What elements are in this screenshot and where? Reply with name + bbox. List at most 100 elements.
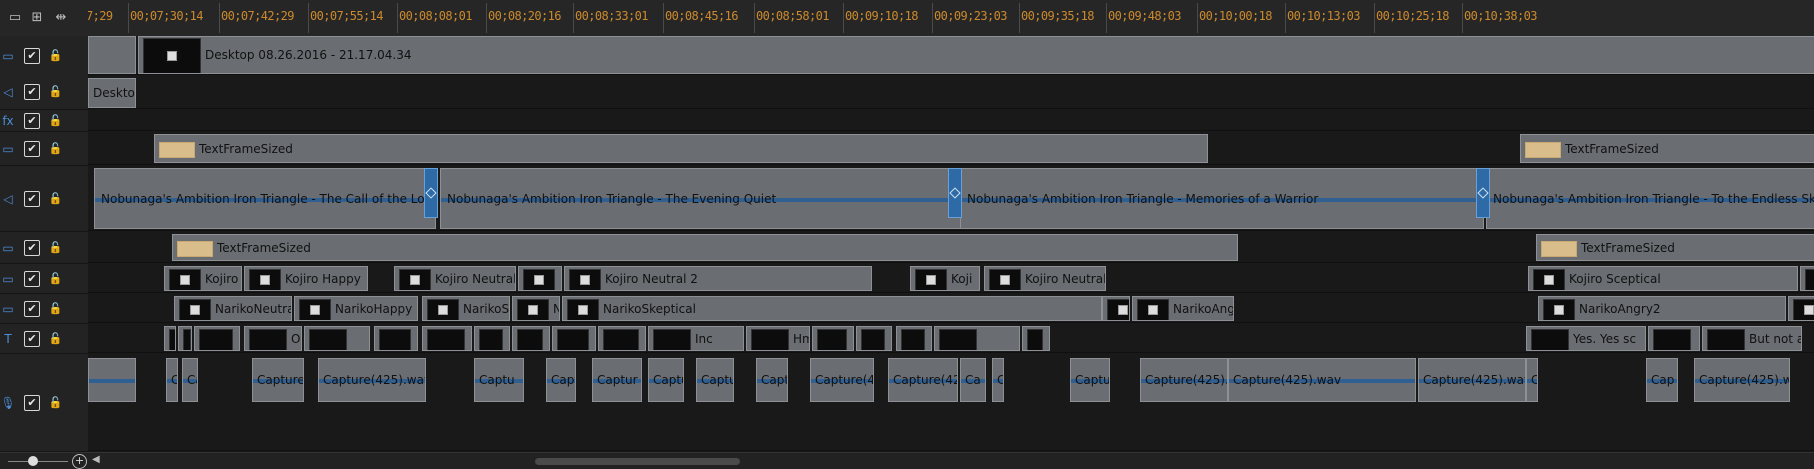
timeline-clip[interactable]: Capture(425).wav (1694, 358, 1790, 402)
effect-track-icon[interactable]: fx (0, 113, 16, 129)
track-manager-icon[interactable]: ▭ (4, 6, 26, 28)
timeline-clip[interactable]: Inc (648, 326, 744, 351)
timeline-clip[interactable]: Koji (910, 266, 980, 291)
timeline-clip[interactable] (178, 326, 192, 351)
desktop-audio-track[interactable]: Desktop 0 (88, 74, 1814, 109)
timeline-clip[interactable]: Capture(425).wav (1418, 358, 1526, 402)
track-enable-checkbox[interactable]: ✔ (24, 271, 40, 287)
timeline-clip[interactable]: Captu (756, 358, 788, 402)
timeline-clip[interactable]: Kojiro Happy (244, 266, 368, 291)
lock-icon[interactable]: 🔓 (49, 332, 63, 345)
timeline-clip[interactable]: C (992, 358, 1004, 402)
track-enable-checkbox[interactable]: ✔ (24, 48, 40, 64)
effects-track[interactable] (88, 110, 1814, 131)
timeline-clip[interactable] (896, 326, 932, 351)
track-enable-checkbox[interactable]: ✔ (24, 331, 40, 347)
lock-icon[interactable]: 🔓 (49, 192, 63, 205)
fit-timeline-icon[interactable]: ⇹ (50, 6, 72, 28)
scroll-left-icon[interactable]: ◀ (92, 454, 100, 465)
timeline-clip[interactable] (374, 326, 418, 351)
text-frame-track-2[interactable]: TextFrameSized TextFrameSized (88, 232, 1814, 263)
audio-track-icon[interactable]: ◁ (0, 84, 16, 100)
timeline-clip[interactable]: Desktop 08.26.2016 - 21.17.04.34 (138, 36, 1814, 74)
audio-track-icon[interactable]: ◁ (0, 191, 16, 207)
timeline-clip[interactable]: But not a (1702, 326, 1802, 351)
timeline-clip[interactable]: C (166, 358, 178, 402)
timeline-clip[interactable]: Ca (960, 358, 986, 402)
nariko-portrait-track[interactable]: NarikoNeutral NarikoHappy NarikoS N NarikoSk… (88, 294, 1814, 323)
timeline-clip[interactable]: Kojiro Neutral 2 (394, 266, 516, 291)
zoom-slider-handle[interactable] (28, 456, 38, 466)
transition-marker[interactable] (948, 168, 962, 218)
video-track-icon[interactable]: ▭ (0, 301, 16, 317)
timeline-clip[interactable] (1022, 326, 1050, 351)
lock-icon[interactable]: 🔓 (49, 114, 63, 127)
timeline-clip[interactable]: NarikoHappy (294, 296, 418, 321)
lock-icon[interactable]: 🔓 (49, 49, 63, 62)
timeline-clip[interactable]: Capture(425).wav (318, 358, 426, 402)
voice-track[interactable]: C Ca Capture(Capture(425).wav Captu Capt Capt… (88, 354, 1814, 451)
timeline-clip[interactable] (1800, 266, 1814, 291)
zoom-in-icon[interactable]: + (72, 454, 87, 469)
track-enable-checkbox[interactable]: ✔ (24, 84, 40, 100)
timeline-clip[interactable]: N (512, 296, 560, 321)
timeline-clip[interactable]: Yes. Yes sc (1526, 326, 1646, 351)
timeline-clip[interactable] (474, 326, 510, 351)
video-track-icon[interactable]: ▭ (0, 48, 16, 64)
track-enable-checkbox[interactable]: ✔ (24, 395, 40, 411)
desktop-video-track[interactable]: Desktop 08.26.2016 - 21.17.04.34 (88, 36, 1814, 75)
track-enable-checkbox[interactable]: ✔ (24, 113, 40, 129)
video-track-icon[interactable]: ▭ (0, 141, 16, 157)
timeline-clip[interactable] (1788, 296, 1814, 321)
music-track[interactable]: Nobunaga's Ambition Iron Triangle - The … (88, 166, 1814, 231)
timeline-clip[interactable] (164, 326, 176, 351)
timeline-clip[interactable]: TextFrameSized (154, 134, 1208, 163)
lock-icon[interactable]: 🔓 (49, 272, 63, 285)
timeline-clip[interactable] (1102, 296, 1130, 321)
horizontal-scrollbar[interactable] (535, 458, 740, 465)
timeline-clip[interactable] (812, 326, 854, 351)
timeline-clip[interactable]: Captur (592, 358, 642, 402)
timeline-clip[interactable] (194, 326, 240, 351)
timeline-clip[interactable]: Hm (746, 326, 810, 351)
timeline-clip[interactable]: Capture(425).wav (1228, 358, 1416, 402)
timeline-clip[interactable]: Capture(425 (888, 358, 958, 402)
timeline-clip[interactable]: Cap (1646, 358, 1678, 402)
timeline-clip[interactable]: Captu (696, 358, 734, 402)
timeline-clip[interactable]: TextFrameSized (172, 234, 1238, 261)
timeline-clip[interactable] (1648, 326, 1700, 351)
time-ruler[interactable]: 7;29 00;07;30;14 00;07;42;29 00;07;55;14 00;… (88, 0, 1814, 37)
timeline-clip[interactable] (934, 326, 1020, 351)
timeline-clip[interactable]: Captu (474, 358, 524, 402)
title-track[interactable]: Oh re Inc Hm Yes. Yes sc But not a (88, 324, 1814, 353)
timeline-clip[interactable]: NarikoAngr (1132, 296, 1234, 321)
track-enable-checkbox[interactable]: ✔ (24, 240, 40, 256)
timeline-clip[interactable]: Captu (648, 358, 684, 402)
lock-icon[interactable]: 🔓 (49, 396, 63, 409)
timeline-clip[interactable] (518, 266, 562, 291)
timeline-clip[interactable]: NarikoS (422, 296, 510, 321)
timeline-clip[interactable]: NarikoNeutral (174, 296, 292, 321)
timeline-clip[interactable]: Captu (1070, 358, 1110, 402)
timeline-clip[interactable]: Capture( (252, 358, 304, 402)
timeline-tracks[interactable]: Desktop 08.26.2016 - 21.17.04.34 Desktop… (88, 36, 1814, 452)
marker-icon[interactable]: ⊞ (26, 6, 48, 28)
timeline-clip[interactable] (88, 358, 136, 402)
timeline-clip[interactable] (598, 326, 646, 351)
zoom-slider-track[interactable] (8, 461, 68, 462)
timeline-clip[interactable]: Nobunaga's Ambition Iron Triangle - To t… (1486, 168, 1814, 229)
timeline-clip[interactable]: NarikoAngry2 (1538, 296, 1786, 321)
timeline-clip[interactable]: Desktop 0 (88, 78, 136, 108)
timeline-clip[interactable]: Nobunaga's Ambition Iron Triangle - The … (440, 168, 962, 229)
timeline-clip[interactable]: Kojiro N (164, 266, 242, 291)
lock-icon[interactable]: 🔓 (49, 241, 63, 254)
video-track-icon[interactable]: ▭ (0, 271, 16, 287)
timeline-clip[interactable]: Capture(425).wav (1140, 358, 1228, 402)
lock-icon[interactable]: 🔓 (49, 302, 63, 315)
timeline-clip[interactable]: TextFrameSized (1520, 134, 1814, 163)
timeline-clip[interactable] (512, 326, 550, 351)
video-track-icon[interactable]: ▭ (0, 240, 16, 256)
timeline-clip[interactable] (88, 36, 136, 74)
timeline-clip[interactable]: Capt (546, 358, 576, 402)
track-enable-checkbox[interactable]: ✔ (24, 301, 40, 317)
